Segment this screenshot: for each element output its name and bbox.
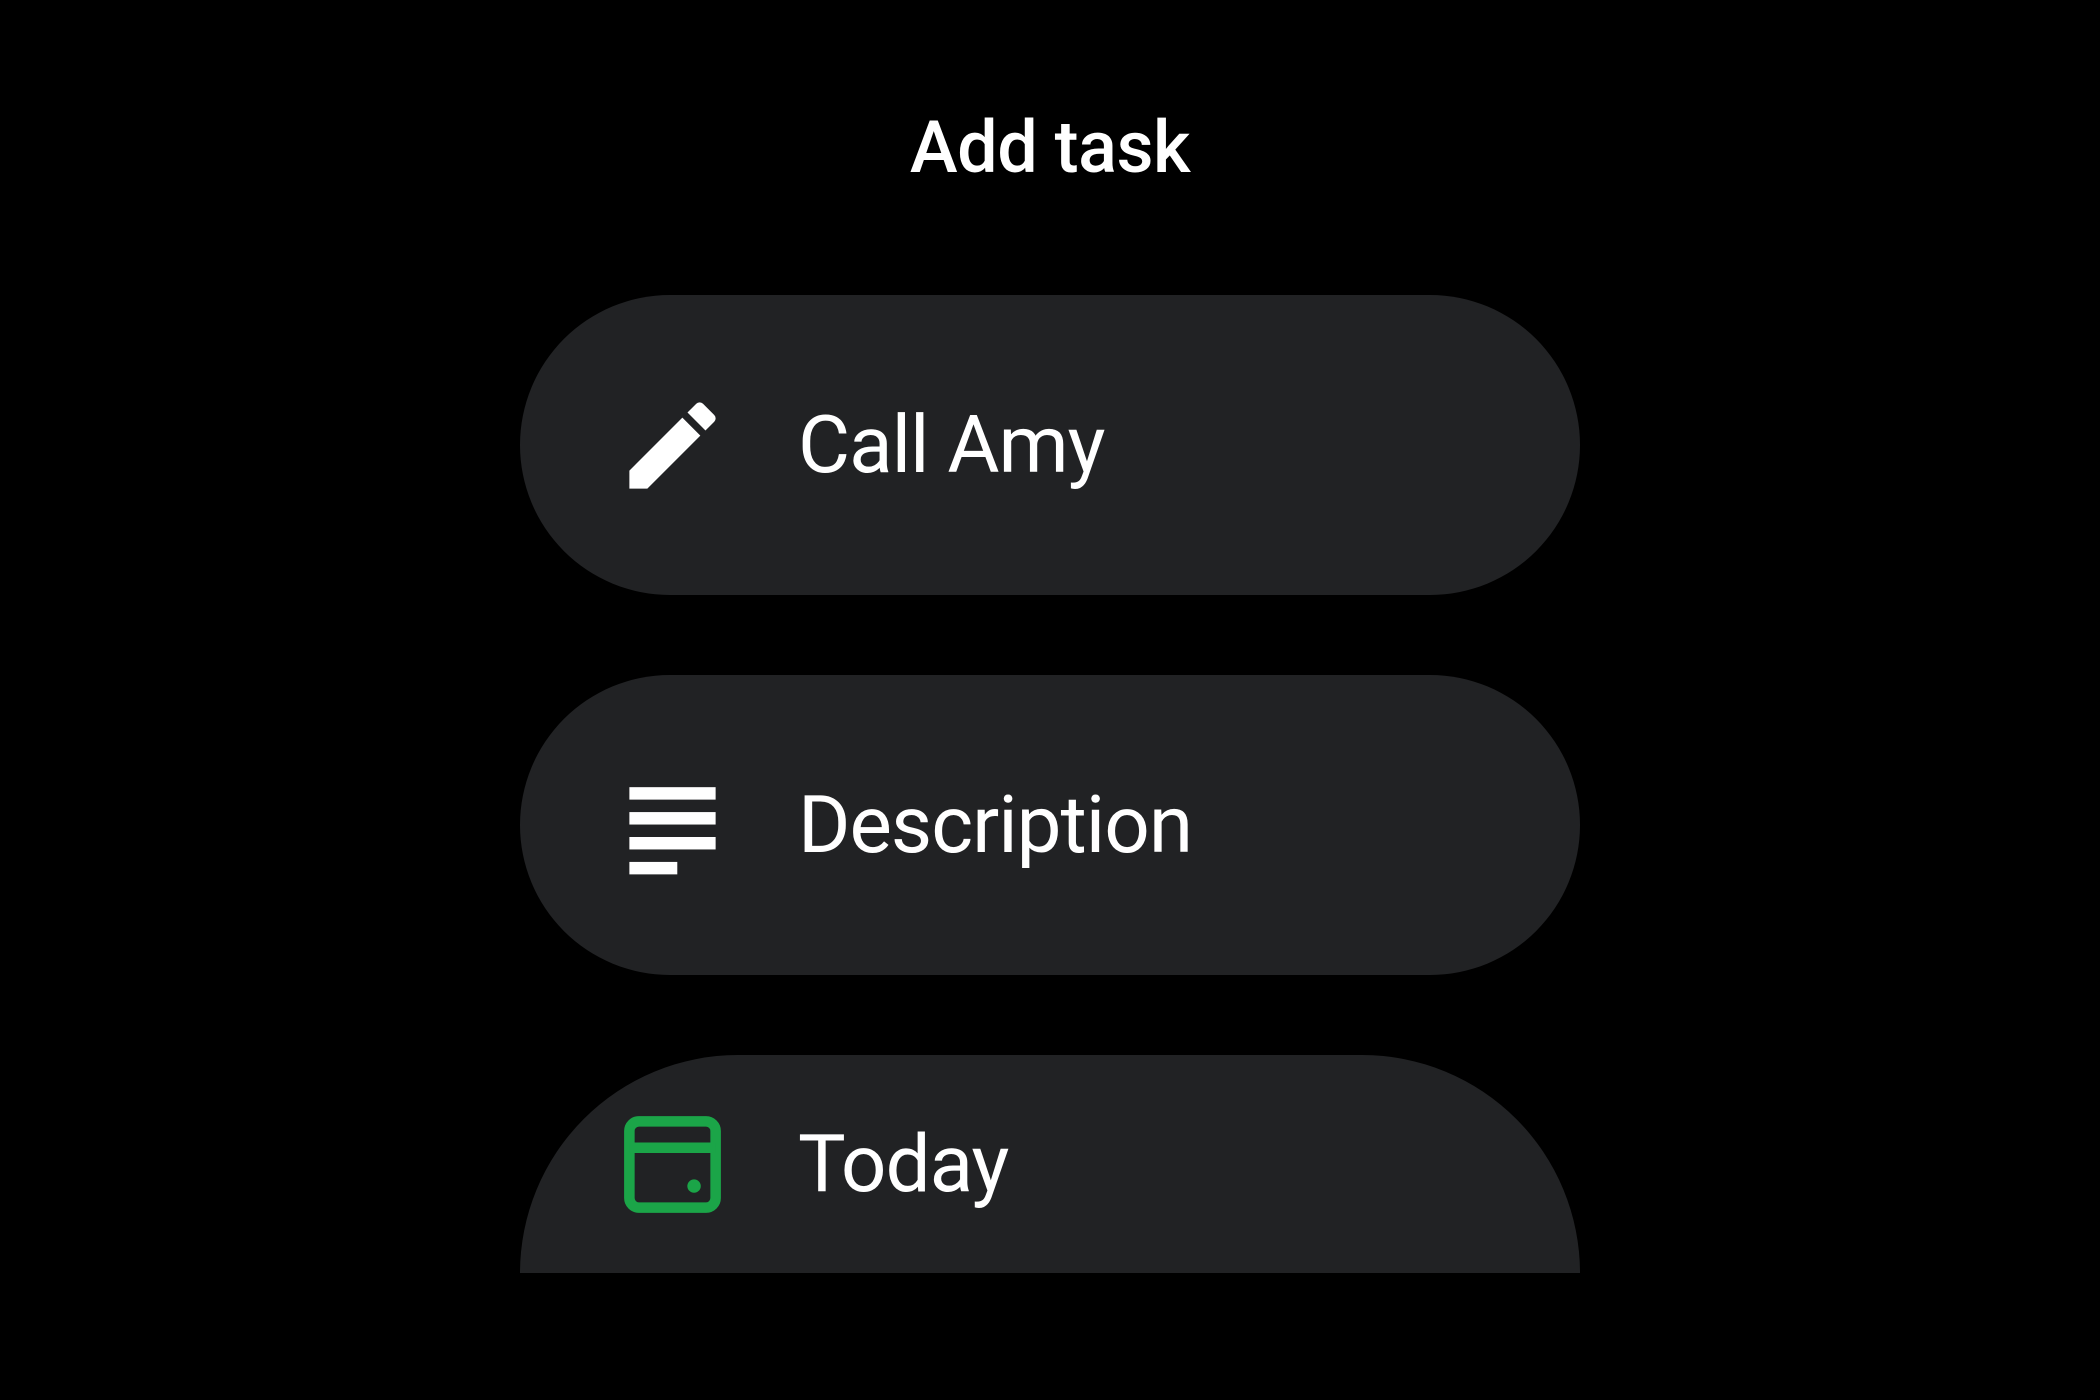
task-date-item[interactable]: Today [520, 1055, 1580, 1273]
notes-icon [615, 768, 730, 883]
task-description-item[interactable]: Description [520, 675, 1580, 975]
task-description-label: Description [798, 778, 1192, 872]
task-title-item[interactable]: Call Amy [520, 295, 1580, 595]
task-title-label: Call Amy [798, 398, 1105, 492]
add-task-screen: Add task Call Amy Description [0, 0, 2100, 1273]
calendar-today-icon [615, 1107, 730, 1222]
task-date-label: Today [798, 1117, 1008, 1211]
pencil-icon [615, 388, 730, 503]
task-options-list: Call Amy Description [520, 295, 1580, 1273]
page-title: Add task [910, 105, 1190, 190]
